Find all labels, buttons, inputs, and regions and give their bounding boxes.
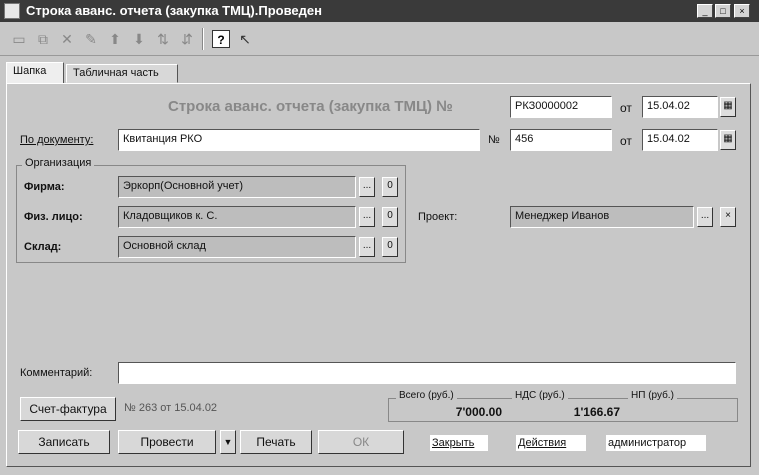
invoice-info: № 263 от 15.04.02 bbox=[124, 402, 218, 414]
calendar-icon[interactable]: ▦ bbox=[720, 130, 736, 150]
arrow-down-icon[interactable]: ⬇ bbox=[130, 30, 148, 48]
toolbar: ▭ ⧉ ✕ ✎ ⬆ ⬇ ⇅ ⇵ ? ↖ bbox=[0, 22, 759, 56]
maximize-button[interactable]: □ bbox=[715, 4, 731, 18]
comment-label: Комментарий: bbox=[20, 367, 93, 379]
firm-field[interactable]: Эркорп(Основной учет) bbox=[118, 176, 356, 198]
project-field[interactable]: Менеджер Иванов bbox=[510, 206, 694, 228]
context-help-icon[interactable]: ↖ bbox=[236, 30, 254, 48]
print-button[interactable]: Печать bbox=[240, 430, 312, 454]
delete-icon[interactable]: ✕ bbox=[58, 30, 76, 48]
ok-button[interactable]: ОК bbox=[318, 430, 404, 454]
tab-header[interactable]: Шапка bbox=[6, 62, 64, 84]
close-button[interactable]: × bbox=[734, 4, 750, 18]
document-date-field[interactable]: 15.04.02 bbox=[642, 96, 718, 118]
firm-select-button[interactable]: ... bbox=[359, 177, 375, 197]
minimize-button[interactable]: _ bbox=[697, 4, 713, 18]
tab-table-part[interactable]: Табличная часть bbox=[66, 64, 178, 83]
project-label: Проект: bbox=[418, 211, 458, 223]
invoice-button[interactable]: Счет-фактура bbox=[20, 397, 116, 421]
title-bar: Строка аванс. отчета (закупка ТМЦ).Прове… bbox=[0, 0, 759, 22]
firm-label: Фирма: bbox=[24, 181, 65, 193]
sort-asc-icon[interactable]: ⇅ bbox=[154, 30, 172, 48]
date-from-label: от bbox=[620, 101, 632, 115]
basis-number-field[interactable]: 456 bbox=[510, 129, 612, 151]
post-dropdown-button[interactable]: ▼ bbox=[220, 430, 236, 454]
help-icon[interactable]: ? bbox=[212, 30, 230, 48]
save-button[interactable]: Записать bbox=[18, 430, 110, 454]
person-select-button[interactable]: ... bbox=[359, 207, 375, 227]
comment-field[interactable] bbox=[118, 362, 736, 384]
post-button[interactable]: Провести bbox=[118, 430, 216, 454]
toolbar-separator bbox=[202, 28, 204, 50]
person-label: Физ. лицо: bbox=[24, 211, 83, 223]
copy-icon[interactable]: ⧉ bbox=[34, 30, 52, 48]
warehouse-label: Склад: bbox=[24, 241, 62, 253]
total-label: Всего (руб.) bbox=[396, 390, 457, 401]
person-clear-button[interactable]: 0 bbox=[382, 207, 398, 227]
np-label: НП (руб.) bbox=[628, 390, 677, 401]
vat-value: 1'166.67 bbox=[573, 405, 620, 419]
project-select-button[interactable]: ... bbox=[697, 207, 713, 227]
basis-date-field[interactable]: 15.04.02 bbox=[642, 129, 718, 151]
basis-number-label: № bbox=[488, 134, 500, 146]
basis-date-label: от bbox=[620, 134, 632, 148]
window-title: Строка аванс. отчета (закупка ТМЦ).Прове… bbox=[26, 3, 322, 18]
basis-label: По документу: bbox=[20, 134, 94, 146]
firm-clear-button[interactable]: 0 bbox=[382, 177, 398, 197]
organization-group-title: Организация bbox=[22, 157, 95, 169]
app-icon bbox=[4, 3, 20, 19]
person-field[interactable]: Кладовщиков к. С. bbox=[118, 206, 356, 228]
actions-menu-item[interactable]: Действия bbox=[516, 435, 586, 451]
calendar-icon[interactable]: ▦ bbox=[720, 97, 736, 117]
project-clear-button[interactable]: × bbox=[720, 207, 736, 227]
close-menu-item[interactable]: Закрыть bbox=[430, 435, 488, 451]
arrow-up-icon[interactable]: ⬆ bbox=[106, 30, 124, 48]
warehouse-field[interactable]: Основной склад bbox=[118, 236, 356, 258]
sort-desc-icon[interactable]: ⇵ bbox=[178, 30, 196, 48]
warehouse-select-button[interactable]: ... bbox=[359, 237, 375, 257]
basis-document-field[interactable]: Квитанция РКО bbox=[118, 129, 480, 151]
document-number-field[interactable]: РКЗ0000002 bbox=[510, 96, 612, 118]
total-value: 7'000.00 bbox=[455, 405, 502, 419]
user-status: администратор bbox=[606, 435, 706, 451]
edit-icon[interactable]: ✎ bbox=[82, 30, 100, 48]
warehouse-clear-button[interactable]: 0 bbox=[382, 237, 398, 257]
new-icon[interactable]: ▭ bbox=[10, 30, 28, 48]
document-title: Строка аванс. отчета (закупка ТМЦ) № bbox=[168, 98, 453, 115]
vat-label: НДС (руб.) bbox=[512, 390, 568, 401]
